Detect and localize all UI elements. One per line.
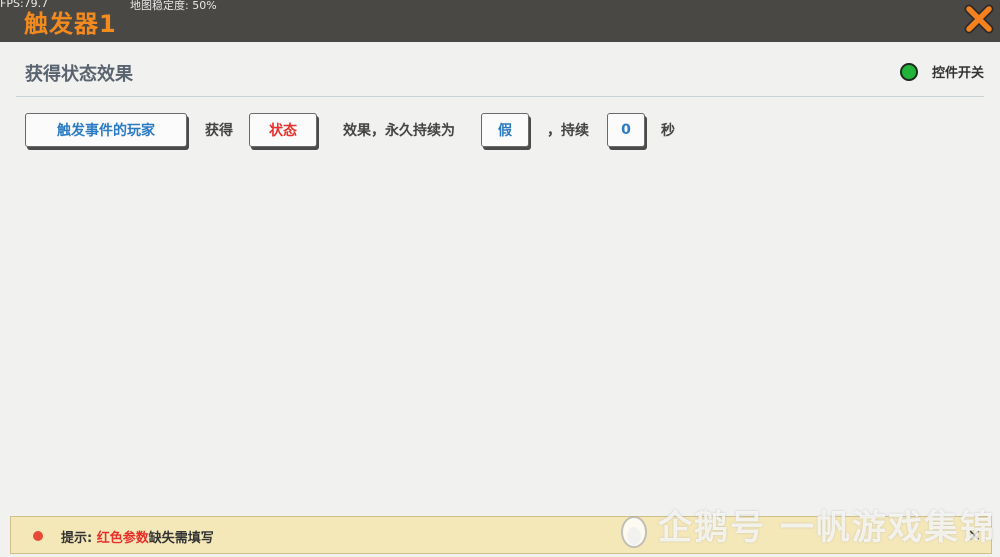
warning-dot-icon [33, 531, 43, 541]
text-duration: ，持续 [547, 123, 589, 139]
rule-row: 触发事件的玩家 获得 状态 效果，永久持续为 假 ，持续 0 秒 [25, 111, 675, 149]
control-switch: 控件开关 [899, 62, 984, 81]
state-selector-button[interactable]: 状态 [249, 113, 317, 147]
boolean-selector-button[interactable]: 假 [481, 113, 529, 147]
duration-number-input[interactable]: 0 [607, 113, 645, 147]
divider [16, 96, 984, 97]
switch-label: 控件开关 [931, 66, 984, 81]
text-seconds: 秒 [661, 123, 675, 139]
penguin-logo-icon [621, 515, 647, 548]
hint-suffix: 缺失需填写 [148, 531, 214, 546]
section-title: 获得状态效果 [25, 64, 133, 85]
player-selector-button[interactable]: 触发事件的玩家 [25, 113, 187, 147]
text-gain: 获得 [205, 123, 233, 139]
hint-prefix: 提示: [61, 531, 97, 546]
map-stability-readout: 地图稳定度: 50% [130, 0, 217, 12]
text-effect-permanent: 效果，永久持续为 [343, 123, 455, 139]
close-x-icon [964, 4, 994, 34]
title-bar: FPS:79.7 地图稳定度: 50% 触发器1 [0, 0, 1000, 42]
close-button[interactable] [964, 4, 994, 34]
hint-text: 提示: 红色参数缺失需填写 [61, 527, 214, 546]
watermark-text: 企鹅号 一帆游戏集锦 [658, 508, 996, 548]
trigger-panel: 获得状态效果 控件开关 触发事件的玩家 获得 状态 效果，永久持续为 假 ，持续… [0, 42, 1000, 512]
window-title: 触发器1 [24, 10, 117, 38]
switch-toggle[interactable] [899, 62, 918, 81]
watermark: 企鹅号 一帆游戏集锦 [616, 500, 996, 550]
hint-red-params: 红色参数 [96, 531, 149, 546]
